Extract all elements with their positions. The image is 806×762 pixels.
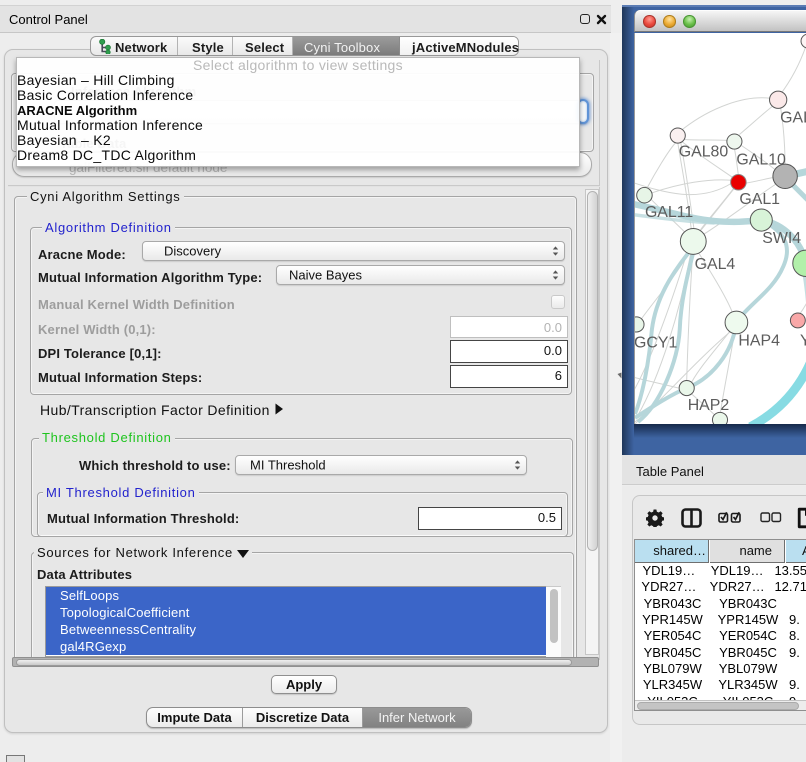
svg-text:SWI4: SWI4 [762, 230, 801, 247]
svg-text:GAL10: GAL10 [736, 151, 786, 168]
svg-text:HAP2: HAP2 [688, 397, 730, 414]
svg-text:Y: Y [800, 332, 806, 349]
svg-text:GAL7: GAL7 [780, 110, 806, 127]
svg-text:GCY1: GCY1 [634, 334, 677, 351]
svg-text:HAP4: HAP4 [738, 332, 780, 349]
svg-text:GAL11: GAL11 [645, 204, 693, 221]
svg-text:GAL80: GAL80 [679, 143, 729, 160]
svg-text:GAL1: GAL1 [739, 191, 780, 208]
svg-text:GAL4: GAL4 [695, 256, 736, 273]
